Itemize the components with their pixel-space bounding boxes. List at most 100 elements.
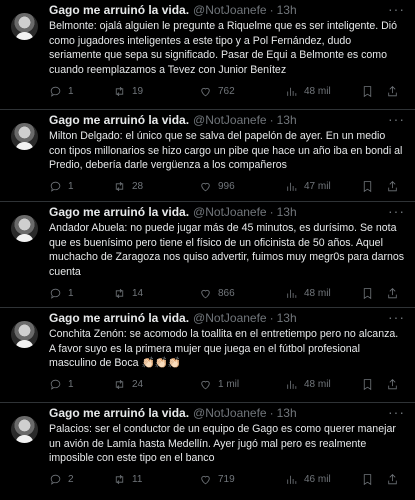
reply-icon (50, 475, 61, 485)
bookmark-icon (363, 379, 372, 391)
reply-icon (50, 86, 61, 97)
tweet-text: Palacios: ser el conductor de un equipo … (49, 423, 396, 465)
view-count: 46 mil (304, 474, 331, 486)
retweet-icon (115, 475, 124, 485)
tweet-header: Gago me arruinó la vida. @NotJoanefe · 1… (49, 0, 405, 18)
view-count: 48 mil (304, 287, 331, 299)
author-handle[interactable]: @NotJoanefe (193, 3, 267, 18)
retweet-count: 19 (132, 85, 144, 97)
more-dots-icon[interactable]: ··· (388, 111, 405, 127)
share-icon (388, 287, 397, 299)
bookmark-button[interactable] (361, 180, 374, 193)
tweet-text: Milton Delgado: el único que se salva de… (49, 130, 403, 172)
retweet-icon (115, 380, 124, 390)
views-icon (287, 380, 297, 390)
avatar[interactable] (11, 123, 38, 150)
retweet-button[interactable]: 24 (113, 378, 199, 391)
share-button[interactable] (386, 473, 399, 486)
share-button[interactable] (386, 287, 399, 300)
reply-button[interactable]: 1 (49, 378, 113, 391)
retweet-button[interactable]: 14 (113, 287, 199, 300)
share-button[interactable] (386, 85, 399, 98)
share-icon (388, 474, 397, 485)
tweet[interactable]: Gago me arruinó la vida. @NotJoanefe · 1… (0, 403, 415, 500)
share-icon (388, 181, 397, 192)
author-handle[interactable]: @NotJoanefe (193, 113, 267, 128)
bookmark-button[interactable] (361, 378, 374, 391)
retweet-icon (115, 86, 124, 96)
tweet[interactable]: Gago me arruinó la vida. @NotJoanefe · 1… (0, 202, 415, 308)
tweet[interactable]: Gago me arruinó la vida. @NotJoanefe · 1… (0, 110, 415, 202)
retweet-button[interactable]: 19 (113, 85, 199, 98)
timestamp[interactable]: 13h (277, 311, 297, 326)
bookmark-icon (363, 288, 372, 300)
bookmark-button[interactable] (361, 85, 374, 98)
avatar[interactable] (11, 215, 38, 242)
retweet-count: 11 (132, 474, 143, 486)
timestamp[interactable]: 13h (277, 406, 297, 421)
more-dots-icon[interactable]: ··· (388, 404, 405, 420)
author-handle[interactable]: @NotJoanefe (193, 205, 267, 220)
more-dots-icon[interactable]: ··· (388, 1, 405, 17)
views-icon (287, 289, 297, 298)
timestamp[interactable]: 13h (277, 113, 297, 128)
like-button[interactable]: 719 (199, 473, 285, 486)
views-icon (287, 475, 297, 485)
bookmark-icon (363, 181, 372, 193)
like-count: 762 (218, 85, 235, 97)
author-name[interactable]: Gago me arruinó la vida. (49, 406, 189, 421)
author-handle[interactable]: @NotJoanefe (193, 406, 267, 421)
timestamp[interactable]: 13h (277, 3, 297, 18)
view-count: 48 mil (304, 85, 331, 97)
author-name[interactable]: Gago me arruinó la vida. (49, 3, 189, 18)
author-name[interactable]: Gago me arruinó la vida. (49, 205, 189, 220)
avatar[interactable] (11, 321, 38, 348)
views-icon (287, 87, 297, 96)
share-button[interactable] (386, 378, 399, 391)
views-icon (287, 182, 297, 192)
tweet-actions: 1 14 866 48 mil (49, 279, 405, 307)
bookmark-icon (363, 86, 372, 98)
views-button[interactable]: 48 mil (285, 287, 357, 300)
like-button[interactable]: 1 mil (199, 378, 285, 391)
retweet-button[interactable]: 28 (113, 180, 199, 193)
author-name[interactable]: Gago me arruinó la vida. (49, 113, 189, 128)
retweet-count: 14 (132, 287, 144, 299)
like-button[interactable]: 762 (199, 85, 285, 98)
views-button[interactable]: 48 mil (285, 378, 357, 391)
separator-dot: · (269, 3, 274, 17)
bookmark-button[interactable] (361, 287, 374, 300)
heart-icon (201, 289, 210, 299)
tweet-actions: 2 11 719 46 mil (49, 466, 405, 494)
reply-button[interactable]: 2 (49, 473, 113, 486)
like-button[interactable]: 866 (199, 287, 285, 300)
heart-icon (201, 476, 210, 485)
like-button[interactable]: 996 (199, 180, 285, 193)
views-button[interactable]: 48 mil (285, 85, 357, 98)
share-button[interactable] (386, 180, 399, 193)
retweet-count: 28 (132, 181, 144, 193)
heart-icon (201, 183, 210, 192)
bookmark-button[interactable] (361, 473, 374, 486)
views-button[interactable]: 47 mil (285, 180, 357, 193)
retweet-button[interactable]: 11 (113, 473, 199, 486)
reply-button[interactable]: 1 (49, 180, 113, 193)
separator-dot: · (269, 406, 274, 420)
reply-button[interactable]: 1 (49, 287, 113, 300)
reply-count: 1 (68, 85, 74, 97)
heart-icon (201, 381, 210, 390)
reply-count: 1 (68, 379, 74, 391)
view-count: 48 mil (304, 379, 331, 391)
timestamp[interactable]: 13h (277, 205, 297, 220)
avatar[interactable] (11, 416, 38, 443)
author-name[interactable]: Gago me arruinó la vida. (49, 311, 189, 326)
more-dots-icon[interactable]: ··· (388, 309, 405, 325)
reply-button[interactable]: 1 (49, 85, 113, 98)
tweet[interactable]: Gago me arruinó la vida. @NotJoanefe · 1… (0, 308, 415, 403)
tweet[interactable]: Gago me arruinó la vida. @NotJoanefe · 1… (0, 0, 415, 110)
more-dots-icon[interactable]: ··· (388, 203, 405, 219)
author-handle[interactable]: @NotJoanefe (193, 311, 267, 326)
views-button[interactable]: 46 mil (285, 473, 357, 486)
tweet-header: Gago me arruinó la vida. @NotJoanefe · 1… (49, 110, 405, 128)
avatar[interactable] (11, 13, 38, 40)
